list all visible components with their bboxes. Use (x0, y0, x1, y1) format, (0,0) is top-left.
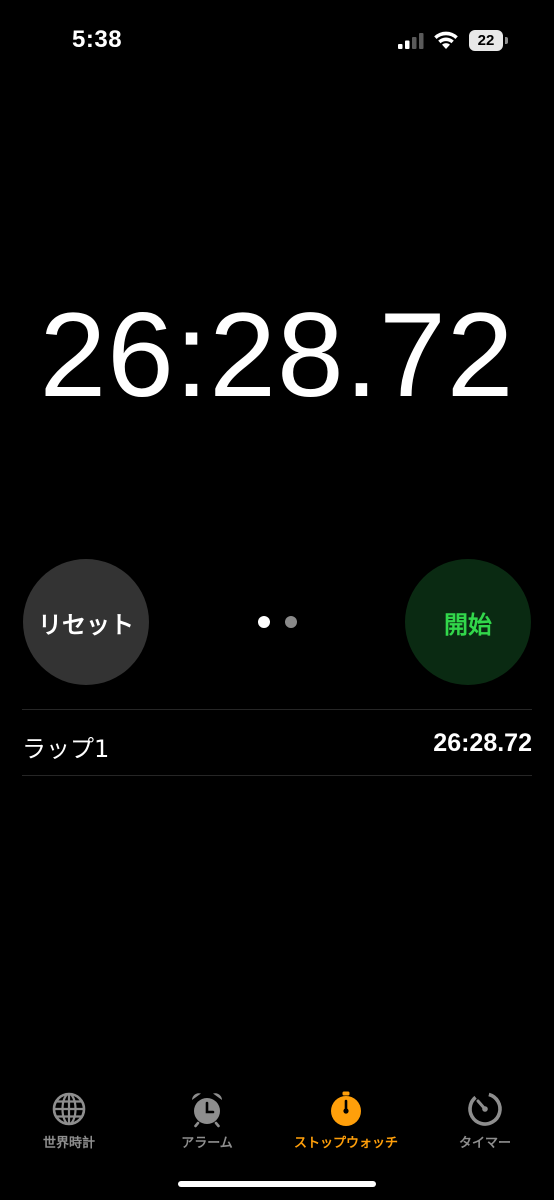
stopwatch-icon (331, 1091, 361, 1126)
lap-label: ラップ1 (22, 735, 110, 763)
tab-label: アラーム (181, 1136, 233, 1151)
tab-world-clock[interactable]: 世界時計 (0, 1082, 138, 1162)
tab-timer[interactable]: タイマー (416, 1082, 554, 1162)
status-bar: 5:38 22 (0, 0, 554, 80)
tab-stopwatch[interactable]: ストップウォッチ (277, 1082, 415, 1162)
page-dot-inactive (285, 616, 297, 628)
tab-label: ストップウォッチ (293, 1136, 398, 1151)
tab-alarm[interactable]: アラーム (138, 1082, 276, 1162)
page-dot-active (258, 616, 270, 628)
lap-time: 26:28.72 (433, 729, 532, 757)
stopwatch-elapsed-time: 26:28.72 (39, 288, 515, 422)
lap-divider-bottom (22, 775, 532, 776)
battery-icon: 22 (469, 30, 509, 51)
timer-icon (468, 1092, 502, 1126)
tab-label: 世界時計 (42, 1136, 95, 1151)
tab-label: タイマー (458, 1136, 511, 1151)
alarm-clock-icon (192, 1093, 222, 1128)
battery-level: 22 (469, 30, 503, 51)
reset-button[interactable]: リセット (23, 559, 149, 685)
tab-bar: 世界時計 アラーム ストップウォッチ タイマー (0, 1082, 554, 1162)
page-indicator[interactable] (257, 616, 297, 629)
wifi-icon (434, 31, 458, 49)
start-button[interactable]: 開始 (405, 559, 531, 685)
lap-row: ラップ1 26:28.72 (22, 711, 532, 775)
globe-icon (52, 1092, 86, 1126)
home-indicator[interactable] (178, 1181, 376, 1187)
status-time: 5:38 (72, 26, 123, 53)
cellular-signal-icon (398, 33, 424, 49)
lap-divider-top (22, 709, 532, 710)
battery-cap (505, 37, 508, 44)
